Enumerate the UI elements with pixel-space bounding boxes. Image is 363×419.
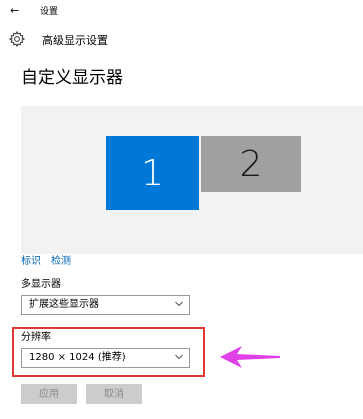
- multiple-displays-value: 扩展这些显示器: [29, 299, 99, 310]
- display-2[interactable]: 2: [201, 136, 301, 192]
- display-arrangement: 1 2: [21, 106, 363, 254]
- chevron-down-icon: [175, 301, 183, 307]
- annotation-arrow-icon: [220, 346, 280, 368]
- detect-link[interactable]: 检测: [51, 255, 71, 268]
- apply-button[interactable]: 应用: [21, 384, 77, 404]
- window-title: 设置: [40, 7, 59, 17]
- identify-link[interactable]: 标识: [21, 255, 41, 268]
- back-button[interactable]: ←: [10, 4, 19, 18]
- multiple-displays-dropdown[interactable]: 扩展这些显示器: [21, 295, 190, 315]
- display-1[interactable]: 1: [106, 136, 199, 210]
- chevron-down-icon: [175, 354, 183, 360]
- cancel-button[interactable]: 取消: [86, 384, 142, 404]
- title-bar: ← 设置: [0, 0, 363, 22]
- resolution-value: 1280 × 1024 (推荐): [29, 352, 126, 363]
- resolution-label: 分辨率: [21, 332, 51, 343]
- page-title: 自定义显示器: [21, 68, 123, 88]
- multiple-displays-label: 多显示器: [21, 279, 61, 290]
- gear-icon: [8, 30, 26, 48]
- resolution-dropdown[interactable]: 1280 × 1024 (推荐): [21, 348, 190, 368]
- page-header: 高级显示设置: [0, 26, 363, 54]
- header-title: 高级显示设置: [42, 34, 108, 47]
